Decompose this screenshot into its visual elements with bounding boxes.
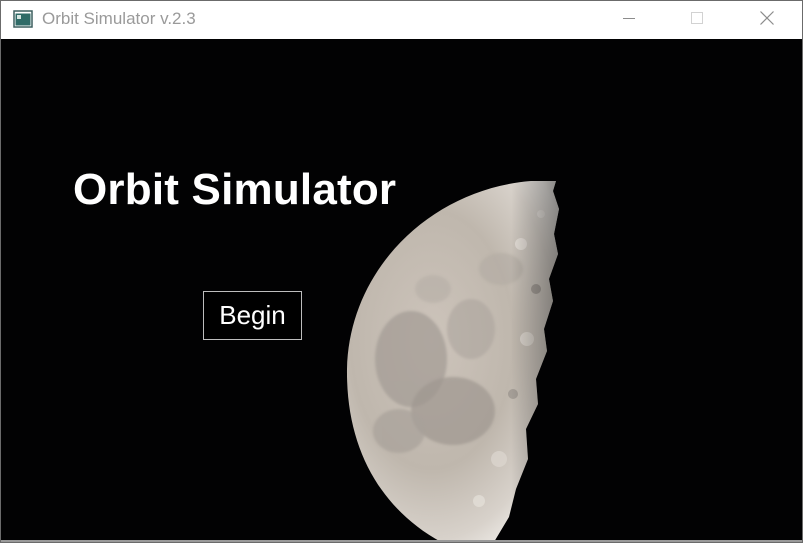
minimize-icon [621, 10, 637, 31]
begin-button[interactable]: Begin [203, 291, 302, 340]
main-canvas: Orbit Simulator Begin [1, 39, 802, 542]
app-window-icon [13, 10, 33, 28]
window-bottom-border [1, 540, 802, 542]
maximize-icon [689, 10, 705, 31]
window-title: Orbit Simulator v.2.3 [42, 9, 196, 28]
close-icon [759, 10, 775, 31]
page-title: Orbit Simulator [73, 165, 397, 214]
moon-image [346, 181, 559, 542]
app-window: Orbit Simulator v.2.3 Orbit Simulator Be… [0, 0, 803, 543]
close-button[interactable] [733, 1, 801, 39]
minimize-button[interactable] [595, 1, 663, 39]
maximize-button[interactable] [663, 1, 731, 39]
title-bar[interactable]: Orbit Simulator v.2.3 [1, 1, 802, 39]
